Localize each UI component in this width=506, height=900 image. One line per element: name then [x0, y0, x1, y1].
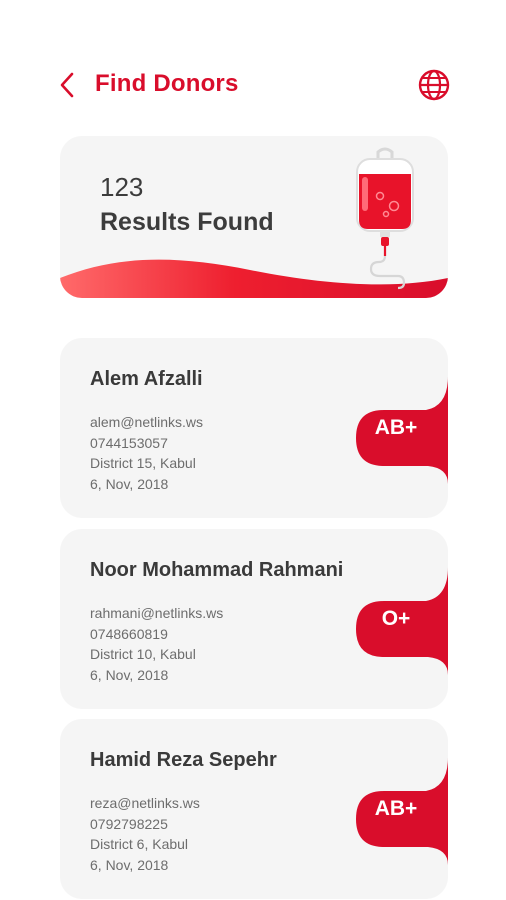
blood-type-badge: AB+ — [374, 797, 418, 820]
app-header: Find Donors — [0, 60, 506, 110]
donor-phone: 0792798225 — [90, 815, 168, 832]
donor-details: alem@netlinks.ws 0744153057 District 15,… — [90, 412, 203, 494]
donor-date: 6, Nov, 2018 — [90, 666, 169, 683]
results-summary-card: 123 Results Found — [60, 136, 448, 298]
globe-icon — [418, 69, 450, 101]
donor-name: Noor Mohammad Rahmani — [90, 559, 344, 581]
donor-phone: 0748660819 — [90, 625, 168, 642]
donor-details: reza@netlinks.ws 0792798225 District 6, … — [90, 793, 200, 875]
chevron-left-icon — [60, 72, 74, 98]
donor-address: District 10, Kabul — [90, 646, 196, 662]
donor-details: rahmani@netlinks.ws 0748660819 District … — [90, 603, 223, 685]
donor-card[interactable]: Hamid Reza Sepehr reza@netlinks.ws 07927… — [60, 719, 448, 899]
blood-type-badge: O+ — [381, 607, 411, 630]
page-title: Find Donors — [95, 70, 239, 97]
donor-email: rahmani@netlinks.ws — [90, 605, 224, 621]
donor-email: reza@netlinks.ws — [90, 795, 200, 811]
results-label: Results Found — [100, 208, 274, 236]
back-button[interactable] — [54, 72, 80, 98]
donor-address: District 6, Kabul — [90, 836, 189, 852]
blood-bag-icon — [356, 147, 414, 290]
donor-date: 6, Nov, 2018 — [90, 475, 169, 492]
donor-name: Hamid Reza Sepehr — [90, 749, 277, 771]
donor-address: District 15, Kabul — [90, 455, 196, 471]
donor-name: Alem Afzalli — [90, 368, 203, 390]
donor-phone: 0744153057 — [90, 434, 168, 451]
donor-date: 6, Nov, 2018 — [90, 856, 169, 873]
donor-card[interactable]: Noor Mohammad Rahmani rahmani@netlinks.w… — [60, 529, 448, 709]
language-button[interactable] — [418, 69, 450, 101]
donor-email: alem@netlinks.ws — [90, 414, 204, 430]
blood-type-badge: AB+ — [374, 416, 418, 439]
results-count: 123 — [100, 172, 144, 202]
donor-card[interactable]: Alem Afzalli alem@netlinks.ws 0744153057… — [60, 338, 448, 518]
